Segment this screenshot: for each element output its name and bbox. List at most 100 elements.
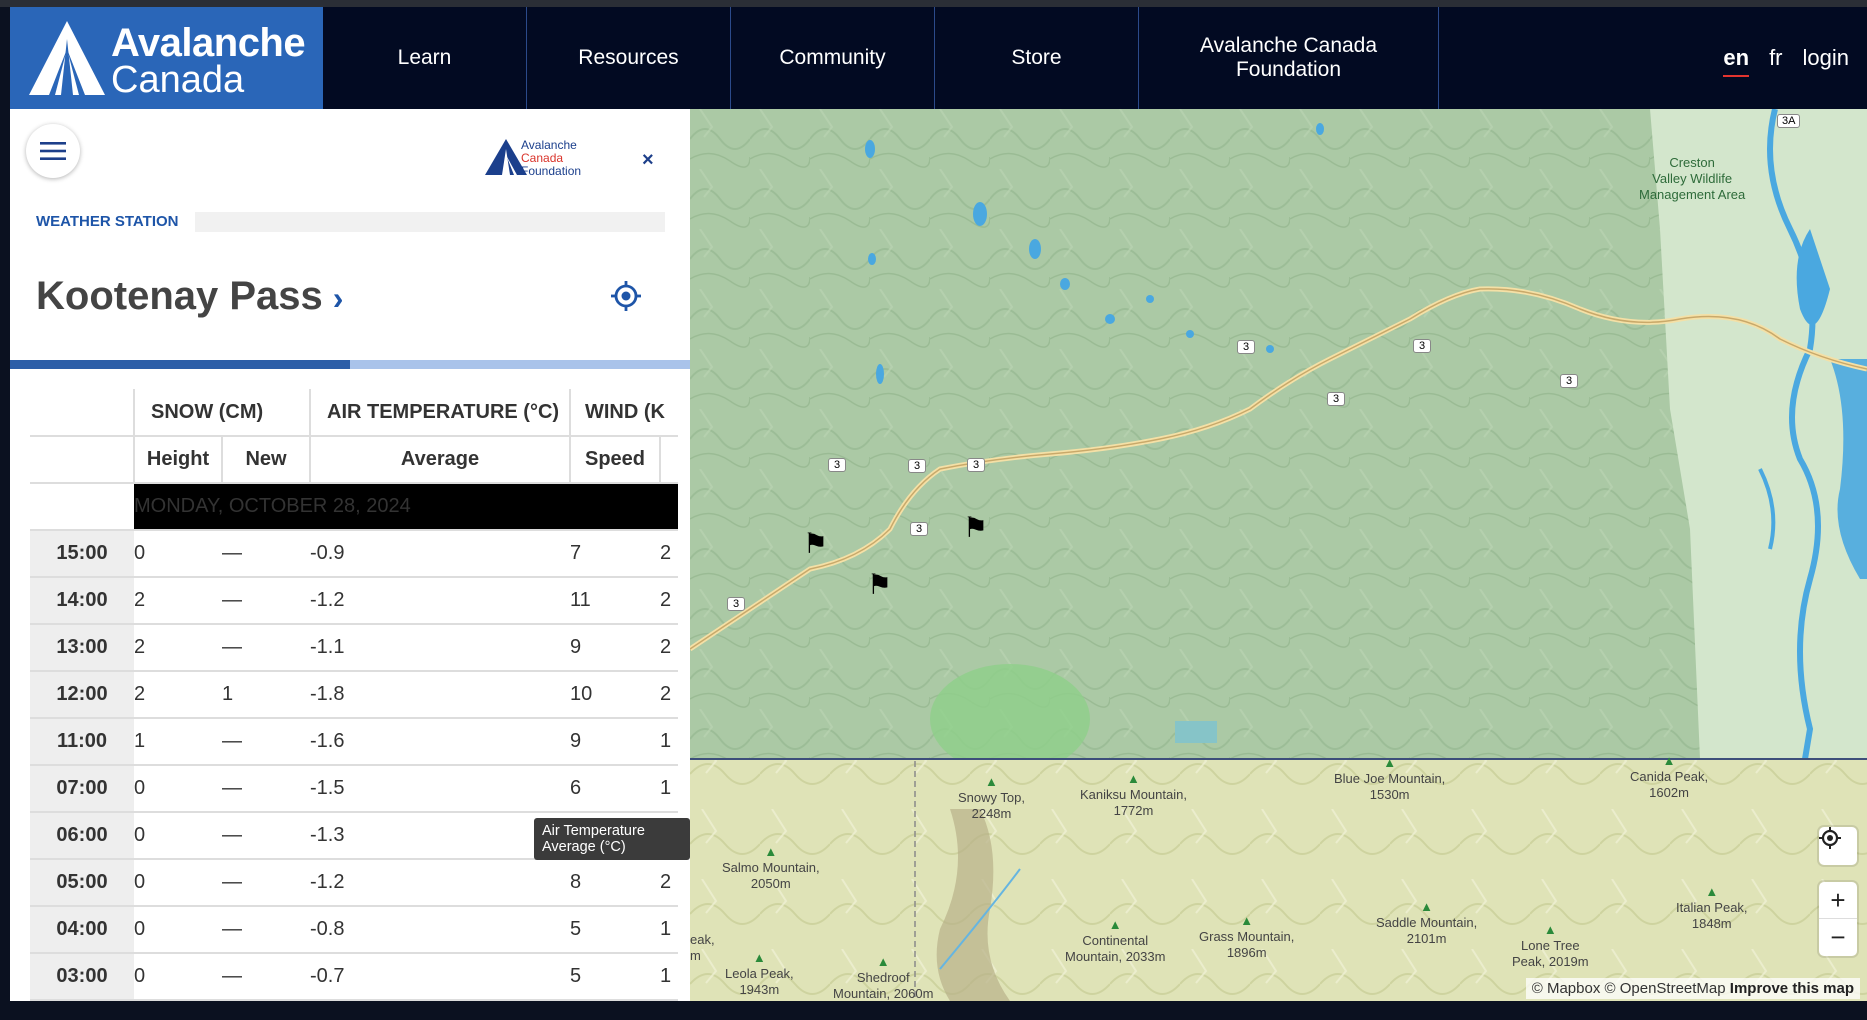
table-row: 04:00 0— -0.8 5 1 bbox=[30, 906, 678, 954]
snow-height-cell: 0 bbox=[134, 953, 222, 1001]
air-temp-cell: -0.8 bbox=[310, 906, 570, 954]
peak-label: ▲ Snowy Top, 2248m bbox=[958, 774, 1025, 821]
zoom-controls: + − bbox=[1819, 882, 1857, 956]
peak-label: ▲ Blue Joe Mountain, 1530m bbox=[1334, 755, 1446, 802]
window-top-strip bbox=[0, 0, 1867, 7]
zoom-out-button[interactable]: − bbox=[1819, 919, 1857, 956]
peak-label: ▲ Italian Peak, 1848m bbox=[1676, 884, 1748, 931]
tab-progress-active[interactable] bbox=[10, 360, 350, 369]
nav-learn[interactable]: Learn bbox=[323, 7, 527, 109]
nav-store[interactable]: Store bbox=[935, 7, 1139, 109]
table-row: 05:00 0— -1.2 8 2 bbox=[30, 859, 678, 907]
snow-new-cell: — bbox=[222, 530, 310, 578]
time-cell: 11:00 bbox=[30, 718, 134, 766]
peak-label: ▲ Canida Peak, 1602m bbox=[1630, 753, 1709, 800]
main-nav: Learn Resources Community Store Avalanch… bbox=[323, 7, 1439, 109]
peak-label: ▲ Lone Tree Peak, 2019m bbox=[1512, 922, 1589, 969]
wind-extra-cell: 2 bbox=[660, 577, 678, 625]
table-row: 13:00 2— -1.1 9 2 bbox=[30, 624, 678, 672]
date-label: MONDAY, OCTOBER 28, 2024 bbox=[134, 483, 678, 531]
snow-new-cell: — bbox=[222, 812, 310, 860]
nav-community[interactable]: Community bbox=[731, 7, 935, 109]
time-cell: 12:00 bbox=[30, 671, 134, 719]
table-row: 02:000—-0.551 bbox=[30, 1000, 678, 1001]
table-sub-header: Height New Average Speed bbox=[30, 435, 678, 484]
map-attribution: © Mapbox © OpenStreetMap Improve this ma… bbox=[1525, 978, 1860, 999]
wind-speed-cell: 9 bbox=[570, 624, 660, 672]
wind-speed-cell: 11 bbox=[570, 577, 660, 625]
snow-height-cell: 0 bbox=[134, 530, 222, 578]
air-temp-cell: -0.9 bbox=[310, 530, 570, 578]
snow-new-cell: — bbox=[222, 859, 310, 907]
highway-shield: 3 bbox=[1560, 374, 1579, 388]
table-row: 03:00 0— -0.7 5 1 bbox=[30, 953, 678, 1001]
weather-station-marker-icon[interactable]: ⚑ bbox=[963, 511, 988, 544]
time-cell: 05:00 bbox=[30, 859, 134, 907]
time-cell: 04:00 bbox=[30, 906, 134, 954]
table-row: 15:00 0— -0.9 7 2 bbox=[30, 530, 678, 578]
header-height: Height bbox=[133, 435, 222, 484]
air-temp-cell: -1.3 bbox=[310, 812, 570, 860]
time-cell: 03:00 bbox=[30, 953, 134, 1001]
browser-frame: Avalanche Canada Learn Resources Communi… bbox=[0, 0, 1867, 1020]
snow-new-cell: — bbox=[222, 953, 310, 1001]
peak-label: ▲ Saddle Mountain, 2101m bbox=[1376, 899, 1478, 946]
weather-station-marker-icon[interactable]: ⚑ bbox=[803, 527, 828, 560]
wind-extra-cell: 1 bbox=[660, 953, 678, 1001]
snow-new-cell: — bbox=[222, 577, 310, 625]
wind-speed-cell: 5 bbox=[570, 953, 660, 1001]
wind-extra-cell: 1 bbox=[660, 906, 678, 954]
snow-height-cell: 0 bbox=[134, 812, 222, 860]
wind-extra-cell: 1 bbox=[660, 718, 678, 766]
zoom-in-button[interactable]: + bbox=[1819, 882, 1857, 919]
peak-label: ▲ Shedroof Mountain, 2060m bbox=[833, 954, 934, 1001]
close-button[interactable]: × bbox=[642, 149, 654, 172]
wind-extra-cell: 2 bbox=[660, 530, 678, 578]
section-label-bar bbox=[195, 212, 665, 232]
wind-speed-cell: 6 bbox=[570, 765, 660, 813]
language-switcher: en fr login bbox=[1723, 45, 1849, 77]
weather-station-marker-icon[interactable]: ⚑ bbox=[867, 568, 892, 601]
snow-height-cell: 1 bbox=[134, 718, 222, 766]
station-title[interactable]: Kootenay Pass › bbox=[36, 274, 343, 319]
highway-shield: 3 bbox=[967, 458, 986, 472]
osm-credit[interactable]: © OpenStreetMap bbox=[1605, 980, 1726, 997]
foundation-logo[interactable]: Avalanche Canada Foundation bbox=[485, 139, 581, 180]
weather-station-panel: Avalanche Canada Foundation × WEATHER ST… bbox=[10, 109, 690, 1001]
header-snow: SNOW (CM) bbox=[133, 389, 310, 437]
wind-speed-cell: 9 bbox=[570, 718, 660, 766]
peak-label: eak, m bbox=[690, 932, 715, 963]
mapbox-credit[interactable]: © Mapbox bbox=[1532, 980, 1601, 997]
menu-button[interactable] bbox=[26, 124, 80, 178]
improve-map-link[interactable]: Improve this map bbox=[1730, 980, 1854, 997]
header-air-temp: AIR TEMPERATURE (°C) bbox=[309, 389, 570, 437]
peak-label: ▲ Grass Mountain, 1896m bbox=[1199, 913, 1295, 960]
time-cell: 02:00 bbox=[30, 1000, 134, 1001]
geolocate-button[interactable] bbox=[1819, 827, 1857, 865]
locate-station-button[interactable] bbox=[611, 281, 641, 316]
highway-shield: 3 bbox=[910, 522, 929, 536]
map-view[interactable]: 3A 3 3 3 3 3 3 3 3 3 ⚑ ⚑ ⚑ Creston Valle… bbox=[690, 109, 1867, 1001]
section-label: WEATHER STATION bbox=[36, 213, 179, 230]
air-temp-cell: -1.1 bbox=[310, 624, 570, 672]
tab-progress-inactive[interactable] bbox=[350, 360, 690, 369]
nav-foundation[interactable]: Avalanche Canada Foundation bbox=[1139, 7, 1439, 109]
site-header: Avalanche Canada Learn Resources Communi… bbox=[10, 7, 1867, 109]
login-link[interactable]: login bbox=[1803, 45, 1849, 77]
lang-fr[interactable]: fr bbox=[1769, 45, 1782, 77]
lang-en[interactable]: en bbox=[1723, 45, 1750, 77]
snow-height-cell: 2 bbox=[134, 671, 222, 719]
highway-shield: 3 bbox=[1327, 392, 1346, 406]
avalanche-canada-logo[interactable]: Avalanche Canada bbox=[10, 7, 323, 109]
header-speed: Speed bbox=[569, 435, 660, 484]
table-row: 07:00 0— -1.5 6 1 bbox=[30, 765, 678, 813]
wind-speed-cell: 10 bbox=[570, 671, 660, 719]
wind-speed-cell: 7 bbox=[570, 530, 660, 578]
highway-shield: 3 bbox=[1413, 339, 1432, 353]
snow-height-cell: 0 bbox=[134, 859, 222, 907]
air-temp-cell: -1.5 bbox=[310, 765, 570, 813]
air-temp-cell: -1.8 bbox=[310, 671, 570, 719]
nav-resources[interactable]: Resources bbox=[527, 7, 731, 109]
wind-speed-cell: 8 bbox=[570, 859, 660, 907]
station-name: Kootenay Pass bbox=[36, 274, 323, 318]
